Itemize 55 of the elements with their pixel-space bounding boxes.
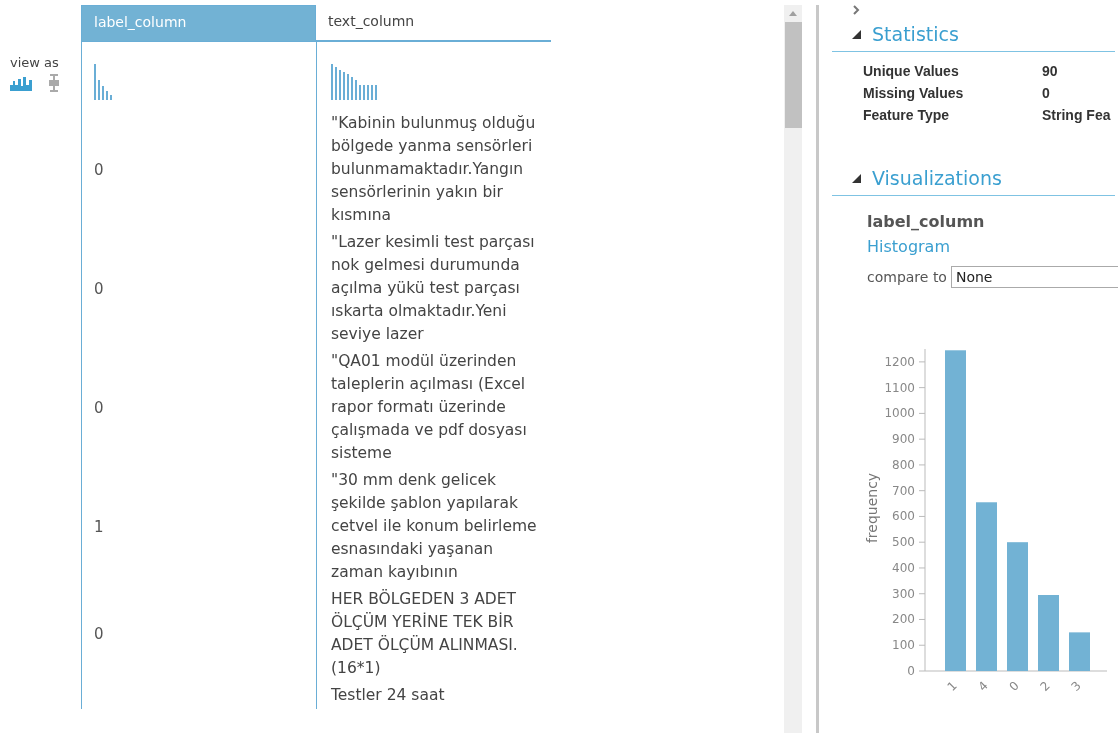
boxplot-icon[interactable] bbox=[48, 74, 60, 92]
tick-label: 100 bbox=[892, 638, 915, 653]
tick-label: 200 bbox=[892, 612, 915, 627]
tick-label: 1200 bbox=[884, 354, 915, 369]
table-cell: 1 bbox=[81, 467, 317, 586]
table-cell: 0 bbox=[81, 348, 317, 467]
scrollbar-thumb[interactable] bbox=[784, 22, 802, 128]
tick-label: 1000 bbox=[884, 406, 915, 421]
tick-label: 600 bbox=[892, 509, 915, 524]
table-cell-text: "Lazer kesimli test parçası nok gelmesi durumunda açılma yükü test parçası ıskarta olmaktadır.Yeni seviye lazer bbox=[331, 232, 536, 345]
table-cell-text: HER BÖLGEDEN 3 ADET ÖLÇÜM YERİNE TEK BİR ADET ÖLÇÜM ALINMASI. (16*1) bbox=[331, 588, 519, 679]
chevron-right-icon[interactable] bbox=[853, 5, 860, 15]
tick-label: 800 bbox=[892, 457, 915, 472]
mini-histogram bbox=[331, 64, 377, 100]
table-cell-text: "QA01 modül üzerinden taleplerin açılması (Excel rapor formatı üzerinde çalışmada ve pdf dosyası sisteme bbox=[331, 351, 528, 464]
table-cell-text: "Kabinin bulunmuş olduğu bölgede yanma sensörleri bulunmamaktadır.Yangın sensörlerinin yakın bir kısmına bbox=[331, 113, 537, 226]
tick-label: 4 bbox=[975, 678, 991, 694]
table-cell-text: Testler 24 saat bbox=[331, 685, 445, 706]
tick-label: 700 bbox=[892, 483, 915, 498]
scrollbar[interactable] bbox=[784, 5, 802, 733]
tick-label: 500 bbox=[892, 535, 915, 550]
table-cell: 0 bbox=[81, 110, 317, 229]
table-cell: 0 bbox=[81, 586, 317, 682]
column-header[interactable]: text_column bbox=[316, 5, 551, 42]
tick-label: 1 bbox=[944, 678, 960, 694]
section-title: Statistics bbox=[872, 23, 959, 45]
tick-label: 900 bbox=[892, 432, 915, 447]
tick-label: 3 bbox=[1068, 678, 1084, 694]
table-cell-text: "30 mm denk gelicek şekilde şablon yapılarak cetvel ile konum belirleme esnasındaki yaşanan zaman kayıbının bbox=[331, 470, 538, 583]
section-header[interactable]: Statistics bbox=[832, 15, 1115, 52]
compare-label: compare to bbox=[867, 269, 947, 285]
tick-label: 2 bbox=[1037, 678, 1053, 694]
tick-label: 400 bbox=[892, 560, 915, 575]
compare-select[interactable]: None bbox=[950, 266, 1118, 288]
tick-label: 0 bbox=[1006, 678, 1022, 694]
section-title: Visualizations bbox=[872, 167, 1002, 189]
axis-label: frequency bbox=[864, 472, 880, 544]
bar bbox=[1069, 632, 1090, 671]
stat-value: 0 bbox=[1042, 85, 1051, 101]
column-header[interactable]: label_column bbox=[81, 5, 316, 42]
view-as-label: view as bbox=[10, 55, 60, 70]
stat-value: String Fea bbox=[1042, 107, 1112, 123]
section-header[interactable]: Visualizations bbox=[832, 159, 1115, 196]
stat-value: 90 bbox=[1042, 63, 1059, 79]
stat-name: Unique Values bbox=[863, 63, 960, 79]
table-cell: 0 bbox=[81, 229, 317, 348]
tick-label: 300 bbox=[892, 586, 915, 601]
scroll-up-icon[interactable] bbox=[789, 11, 797, 16]
tick-label: 1100 bbox=[884, 380, 915, 395]
stat-name: Feature Type bbox=[863, 107, 951, 123]
histogram-icon[interactable] bbox=[10, 75, 34, 91]
histogram-link[interactable]: Histogram bbox=[867, 237, 950, 256]
stat-name: Missing Values bbox=[863, 85, 965, 101]
column-name: label_column bbox=[867, 212, 986, 231]
tick-label: 0 bbox=[907, 664, 915, 678]
